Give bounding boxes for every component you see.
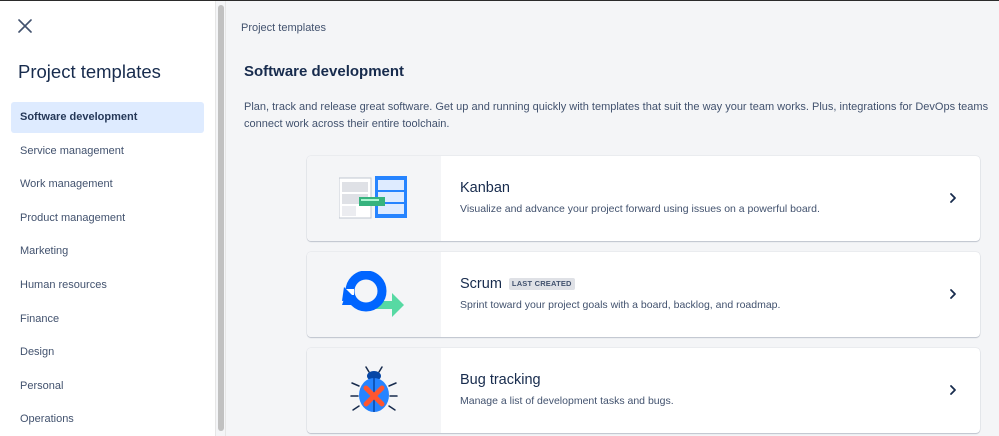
sidebar-item-software-development[interactable]: Software development <box>11 102 204 133</box>
template-card-scrum[interactable]: Scrum LAST CREATED Sprint toward your pr… <box>307 252 980 337</box>
template-title-text: Scrum <box>460 276 502 292</box>
close-icon <box>18 19 32 33</box>
bug-illustration-icon <box>350 365 398 412</box>
chevron-right-icon <box>950 385 956 395</box>
template-image <box>307 252 441 337</box>
chevron-right-icon <box>950 193 956 203</box>
sidebar-scrollbar[interactable] <box>215 1 226 436</box>
template-card-bug-tracking[interactable]: Bug tracking Manage a list of developmen… <box>307 348 980 433</box>
template-image <box>307 348 441 433</box>
breadcrumb[interactable]: Project templates <box>241 22 326 34</box>
section-title: Software development <box>244 63 405 80</box>
description-line-1: Plan, track and release great software. … <box>244 101 989 113</box>
sidebar-item-product-management[interactable]: Product management <box>11 203 204 234</box>
description-line-2: connect work across their entire toolcha… <box>244 118 450 130</box>
sidebar-item-service-management[interactable]: Service management <box>11 136 204 167</box>
scrollbar-thumb[interactable] <box>218 5 224 431</box>
template-body: Bug tracking Manage a list of developmen… <box>441 348 980 433</box>
chevron-right-icon <box>950 289 956 299</box>
template-title-text: Bug tracking <box>460 372 541 388</box>
template-title-text: Kanban <box>460 180 510 196</box>
kanban-board-illustration-icon <box>339 175 407 218</box>
template-description: Manage a list of development tasks and b… <box>460 395 674 407</box>
template-image <box>307 156 441 241</box>
last-created-badge: LAST CREATED <box>508 278 575 290</box>
template-title: Kanban <box>460 180 510 196</box>
template-title: Scrum LAST CREATED <box>460 276 575 292</box>
sidebar-item-personal[interactable]: Personal <box>11 371 204 402</box>
sidebar-item-operations[interactable]: Operations <box>11 404 204 435</box>
template-card-kanban[interactable]: Kanban Visualize and advance your projec… <box>307 156 980 241</box>
sidebar-item-human-resources[interactable]: Human resources <box>11 270 204 301</box>
sidebar-nav: Software development Service management … <box>11 102 204 436</box>
template-body: Kanban Visualize and advance your projec… <box>441 156 980 241</box>
sidebar-item-work-management[interactable]: Work management <box>11 169 204 200</box>
sidebar-item-finance[interactable]: Finance <box>11 304 204 335</box>
template-body: Scrum LAST CREATED Sprint toward your pr… <box>441 252 980 337</box>
scrum-cycle-illustration-icon <box>342 270 404 317</box>
sidebar-item-marketing[interactable]: Marketing <box>11 236 204 267</box>
sidebar-title: Project templates <box>18 61 161 82</box>
main-content: Project templates Software development P… <box>226 1 999 436</box>
close-button[interactable] <box>14 15 36 37</box>
section-description: Plan, track and release great software. … <box>244 99 999 133</box>
sidebar-item-design[interactable]: Design <box>11 337 204 368</box>
template-description: Sprint toward your project goals with a … <box>460 299 781 311</box>
template-description: Visualize and advance your project forwa… <box>460 203 820 215</box>
sidebar: Project templates Software development S… <box>0 1 215 436</box>
template-title: Bug tracking <box>460 372 541 388</box>
